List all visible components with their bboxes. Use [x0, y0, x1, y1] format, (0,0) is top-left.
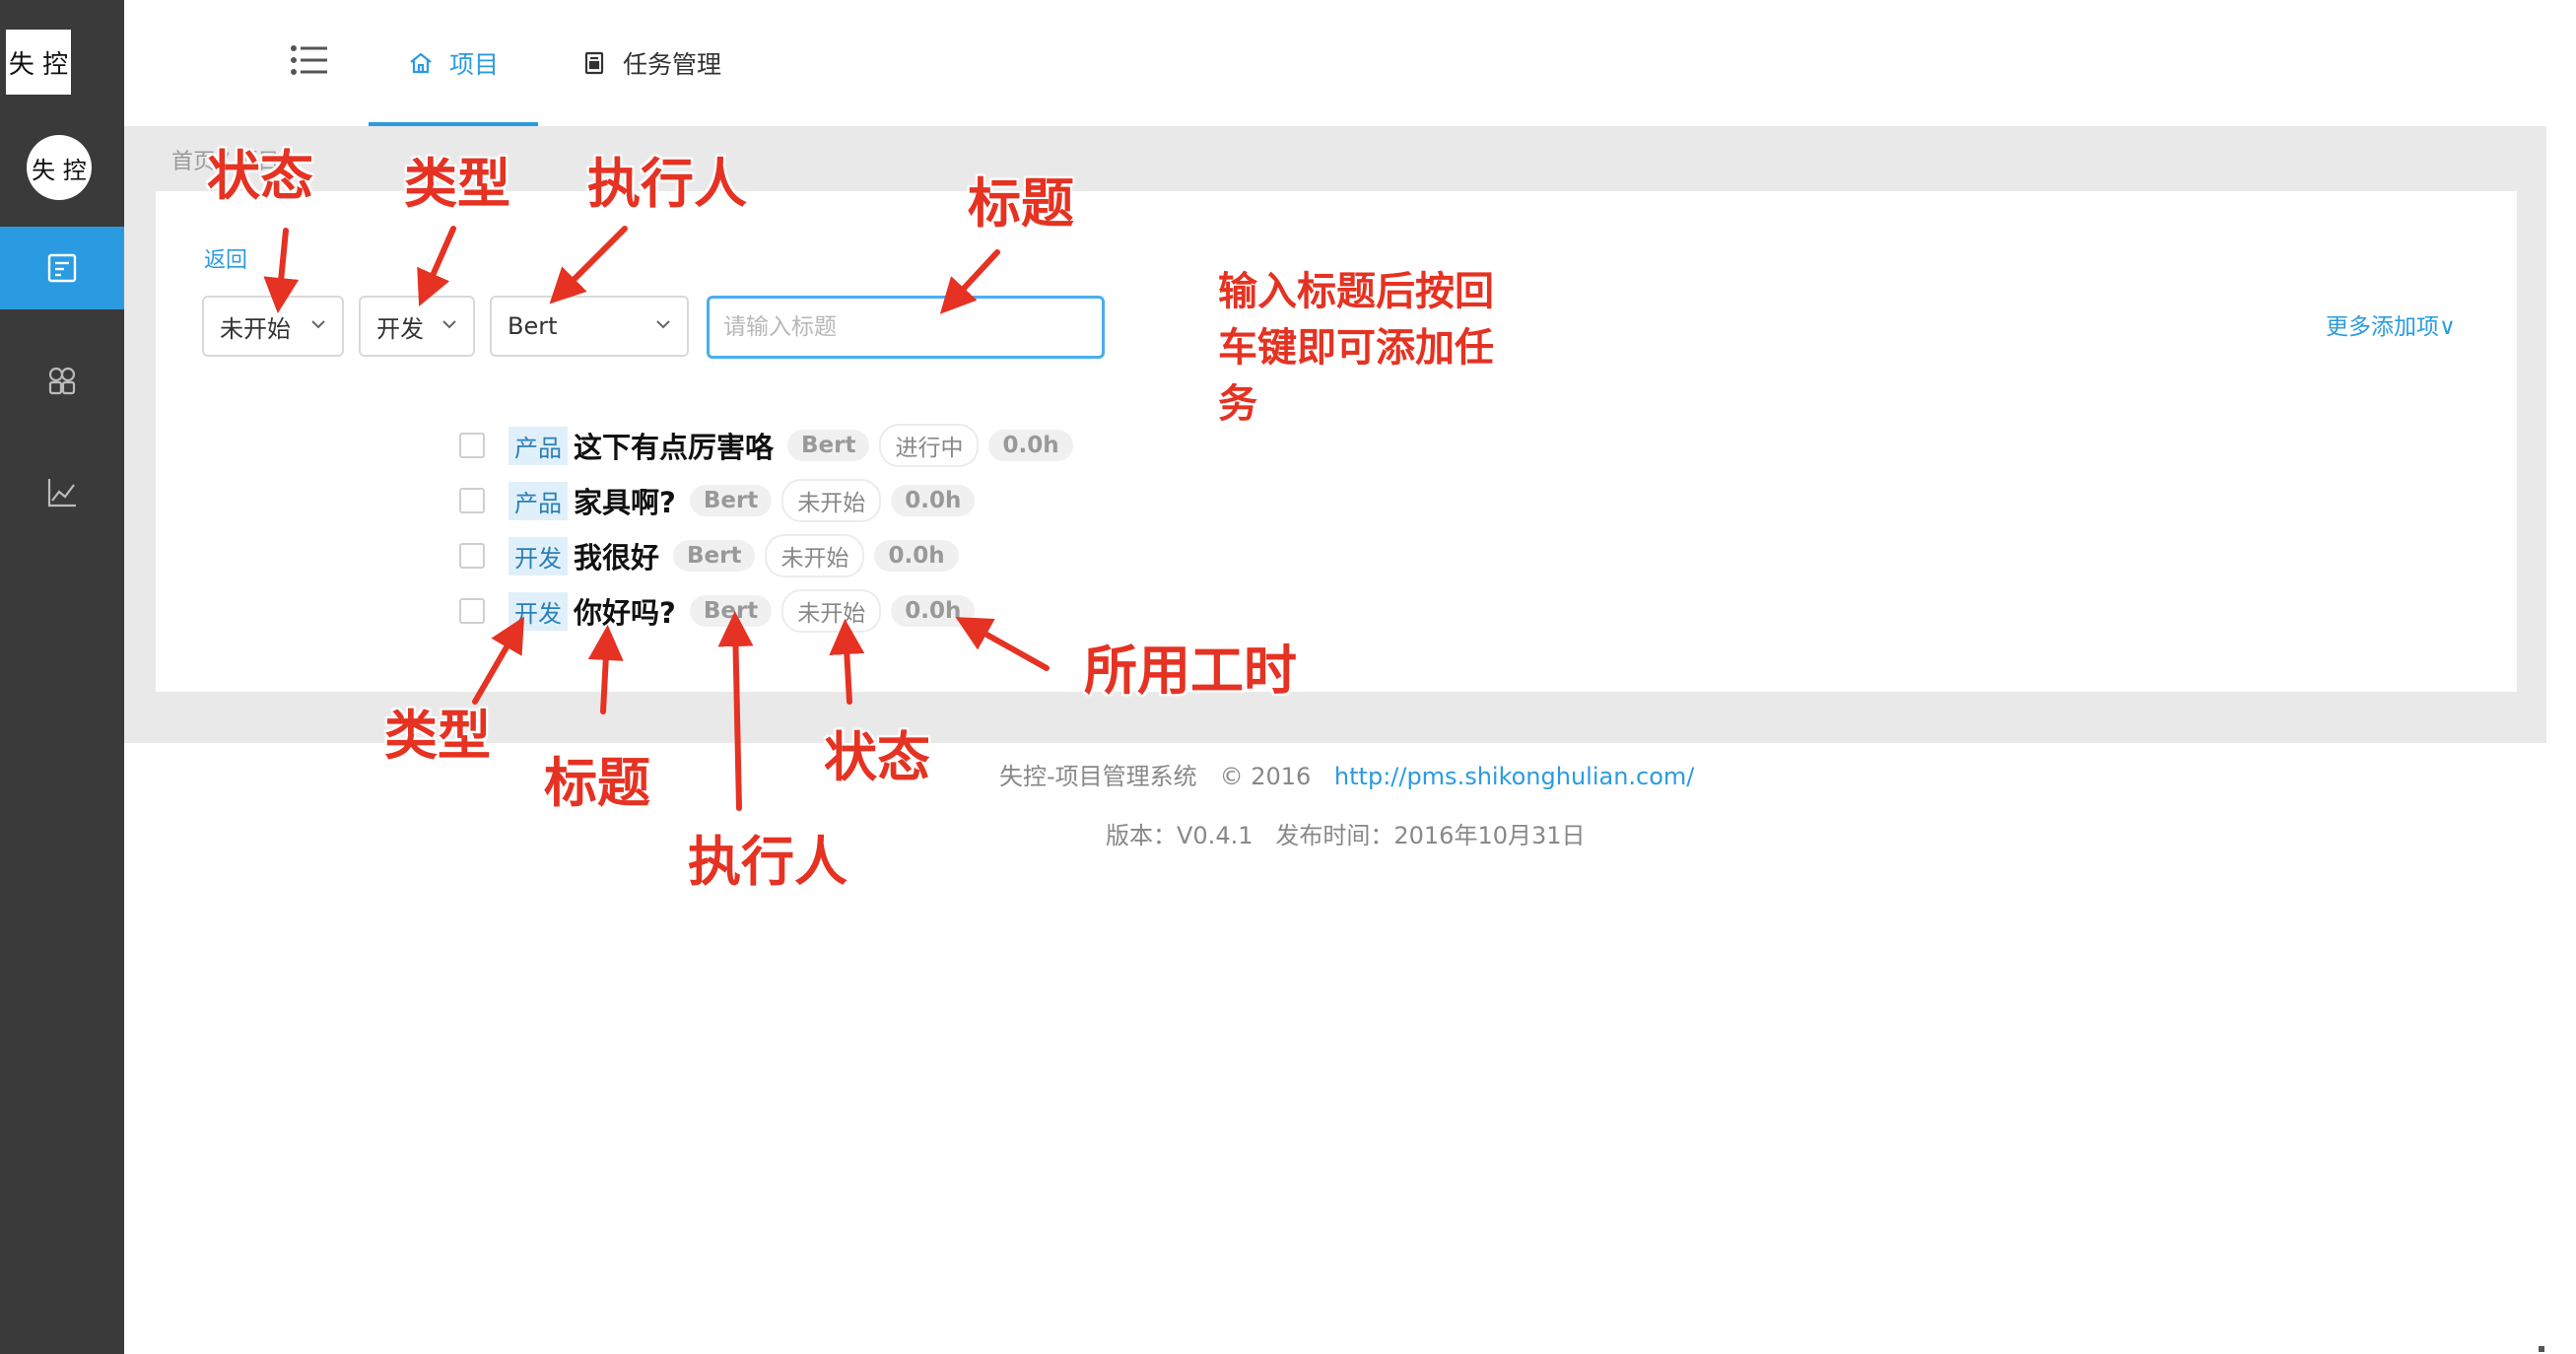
task-hours[interactable]: 0.0h [891, 595, 976, 627]
annotation-type: 类型 [404, 153, 510, 215]
footer-info: 失控-项目管理系统 © 2016 http://pms.shikonghulia… [999, 757, 1694, 791]
status-select-value: 未开始 [220, 314, 291, 343]
sidebar-item-stats[interactable] [0, 451, 124, 534]
annotation-enter-hint: 输入标题后按回车键即可添加任务 [1218, 269, 1494, 427]
task-row[interactable]: 产品 家具啊? Bert 未开始 0.0h [459, 479, 984, 522]
annotation-type-bottom: 类型 [384, 705, 491, 767]
footer-version: 版本：V0.4.1 发布时间：2016年10月31日 [1106, 822, 1586, 849]
footer-copyright: © 2016 [1219, 763, 1312, 790]
task-assignee[interactable]: Bert [689, 595, 773, 627]
task-hours[interactable]: 0.0h [988, 430, 1073, 461]
app-logo[interactable]: 失 控 [6, 30, 71, 95]
footer-url-link[interactable]: http://pms.shikonghulian.com/ [1334, 763, 1694, 790]
task-type-tag: 产品 [508, 481, 568, 520]
modules-icon [48, 367, 76, 395]
annotation-status-bottom: 状态 [824, 726, 930, 788]
task-list-icon [47, 253, 77, 283]
task-hours[interactable]: 0.0h [891, 485, 976, 516]
task-row[interactable]: 开发 我很好 Bert 未开始 0.0h [459, 534, 969, 577]
chevron-down-icon [442, 320, 456, 329]
task-checkbox[interactable] [459, 543, 485, 569]
task-checkbox[interactable] [459, 598, 485, 624]
tab-task-label: 任务管理 [623, 50, 722, 79]
tab-task-management[interactable]: 任务管理 [581, 0, 721, 126]
top-bar: 项目 任务管理 [124, 0, 2576, 126]
annotation-title: 标题 [968, 172, 1074, 235]
assignee-select[interactable]: Bert [490, 296, 689, 357]
annotation-assignee: 执行人 [587, 153, 747, 215]
task-title[interactable]: 家具啊? [574, 480, 676, 521]
task-status[interactable]: 进行中 [879, 424, 980, 467]
task-type-tag: 产品 [508, 426, 568, 465]
task-assignee[interactable]: Bert [787, 430, 870, 461]
annotation-hours: 所用工时 [1084, 640, 1297, 702]
task-status[interactable]: 未开始 [765, 534, 865, 577]
sidebar-item-modules[interactable] [0, 339, 124, 422]
annotation-assignee-bottom: 执行人 [688, 831, 847, 893]
document-icon [584, 51, 604, 75]
status-select[interactable]: 未开始 [202, 296, 344, 357]
list-menu-icon[interactable] [290, 43, 329, 77]
task-title[interactable]: 你好吗? [574, 590, 676, 632]
home-icon [410, 52, 432, 74]
tab-project[interactable]: 项目 [369, 0, 538, 126]
task-checkbox[interactable] [459, 488, 485, 513]
type-select[interactable]: 开发 [359, 296, 475, 357]
task-type-tag: 开发 [508, 591, 568, 631]
resize-corner [2539, 1346, 2544, 1352]
type-select-value: 开发 [376, 314, 424, 343]
more-options-link[interactable]: 更多添加项∨ [2326, 307, 2456, 341]
chevron-down-icon: ∨ [2439, 314, 2456, 340]
title-input[interactable] [707, 296, 1105, 359]
chevron-down-icon [311, 320, 325, 329]
task-assignee[interactable]: Bert [689, 485, 773, 516]
task-row[interactable]: 开发 你好吗? Bert 未开始 0.0h [459, 589, 984, 633]
tab-project-label: 项目 [448, 50, 499, 79]
annotation-status: 状态 [207, 145, 313, 207]
annotation-title-bottom: 标题 [544, 752, 650, 814]
task-status[interactable]: 未开始 [781, 589, 882, 633]
back-link[interactable]: 返回 [204, 242, 247, 274]
task-hours[interactable]: 0.0h [874, 540, 959, 572]
task-status[interactable]: 未开始 [781, 479, 882, 522]
assignee-select-value: Bert [508, 312, 558, 340]
avatar[interactable]: 失 控 [27, 135, 92, 200]
chart-line-icon [47, 479, 76, 508]
task-type-tag: 开发 [508, 536, 568, 575]
sidebar: 失 控 失 控 [0, 0, 124, 1354]
more-options-label: 更多添加项 [2326, 314, 2439, 340]
task-row[interactable]: 产品 这下有点厉害咯 Bert 进行中 0.0h [459, 424, 1083, 467]
task-assignee[interactable]: Bert [673, 540, 756, 572]
task-title[interactable]: 这下有点厉害咯 [574, 425, 774, 466]
sidebar-item-tasks[interactable] [0, 227, 124, 309]
task-checkbox[interactable] [459, 433, 485, 458]
footer-system-name: 失控-项目管理系统 [999, 763, 1197, 790]
task-title[interactable]: 我很好 [574, 535, 659, 576]
chevron-down-icon [656, 320, 670, 329]
